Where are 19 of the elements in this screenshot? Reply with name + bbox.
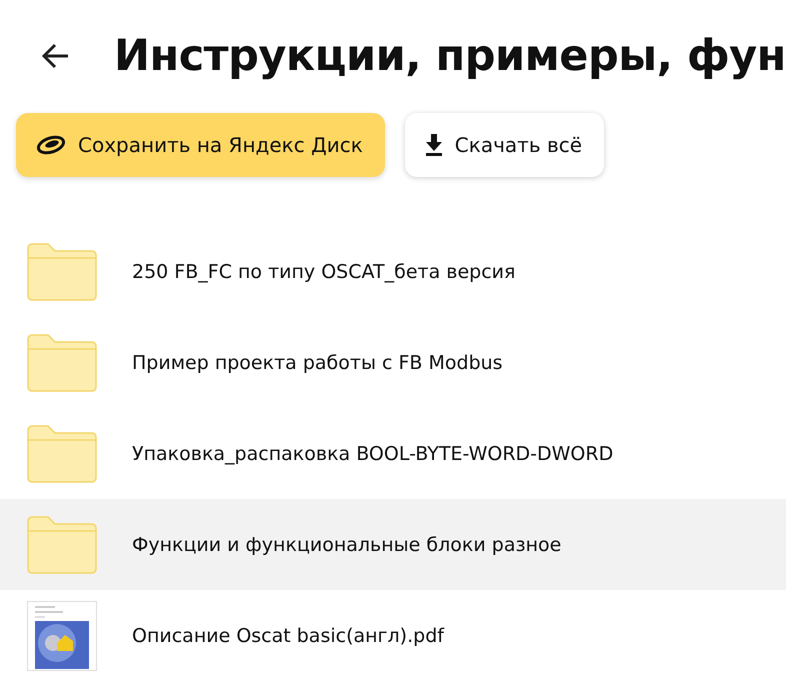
file-list-row[interactable]: Описание Oscat basic(англ).pdf — [0, 590, 786, 681]
file-list-row[interactable]: Упаковка_распаковка BOOL-BYTE-WORD-DWORD — [0, 408, 786, 499]
download-icon — [424, 134, 443, 156]
page-title: Инструкции, примеры, фун — [114, 31, 786, 81]
item-name: Упаковка_распаковка BOOL-BYTE-WORD-DWORD — [132, 442, 614, 464]
download-all-button[interactable]: Скачать всё — [404, 113, 604, 177]
folder-icon — [26, 514, 98, 574]
disk-logo-icon — [36, 135, 66, 155]
folder-icon — [26, 332, 98, 392]
file-list-row[interactable]: Функции и функциональные блоки разное — [0, 499, 786, 590]
file-list-row[interactable]: 250 FB_FC по типу OSCAT_бета версия — [0, 226, 786, 317]
item-name: Пример проекта работы с FB Modbus — [132, 352, 503, 374]
item-name: 250 FB_FC по типу OSCAT_бета версия — [132, 260, 516, 282]
save-to-disk-button[interactable]: Сохранить на Яндекс Диск — [16, 113, 385, 177]
file-list-row[interactable]: Пример проекта работы с FB Modbus — [0, 317, 786, 408]
item-name: Описание Oscat basic(англ).pdf — [132, 624, 444, 646]
item-name: Функции и функциональные блоки разное — [132, 534, 562, 556]
folder-icon — [26, 424, 98, 484]
folder-icon — [26, 242, 98, 302]
